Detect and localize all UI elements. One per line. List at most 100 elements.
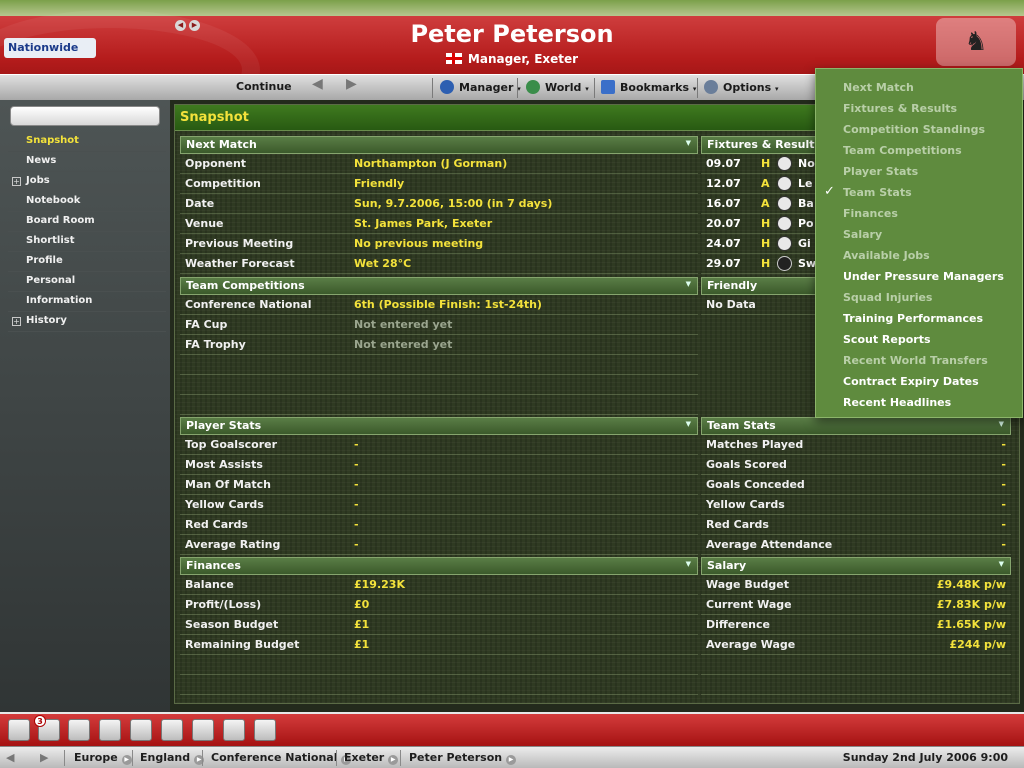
menu-item-contract-expiry-dates[interactable]: Contract Expiry Dates — [816, 371, 1022, 392]
competition-name: FA Trophy — [185, 338, 246, 351]
competition-row[interactable]: Conference National 6th (Possible Finish:… — [180, 295, 698, 315]
fixture-opponent[interactable]: Ba — [798, 197, 814, 210]
sidebar-item-snapshot[interactable]: Snapshot — [8, 132, 166, 152]
expand-icon[interactable]: + — [12, 317, 21, 326]
menu-item-label: Recent World Transfers — [843, 354, 988, 367]
continue-button[interactable]: Continue — [236, 80, 292, 93]
sidebar-item-notebook[interactable]: Notebook — [8, 192, 166, 212]
menu-item-fixtures-results[interactable]: Fixtures & Results — [816, 98, 1022, 119]
world-menu-button[interactable]: World ▾ — [526, 80, 589, 94]
salary-row: Current Wage £7.83K p/w — [701, 595, 1011, 615]
next-match-row: Date Sun, 9.7.2006, 15:00 (in 7 days) — [180, 194, 698, 214]
menu-item-finances[interactable]: Finances — [816, 203, 1022, 224]
breadcrumb-peter-peterson[interactable]: Peter Peterson ▶ — [409, 751, 517, 765]
chevron-down-icon[interactable]: ▼ — [686, 139, 691, 147]
breadcrumb-exeter[interactable]: Exeter ▶ — [344, 751, 399, 765]
sidebar-item-information[interactable]: Information — [8, 292, 166, 312]
trophy-icon[interactable] — [130, 719, 152, 741]
status-back-icon[interactable]: ◀ — [6, 751, 14, 764]
sidebar-item-label: Shortlist — [26, 235, 75, 246]
chevron-down-icon[interactable]: ▼ — [686, 420, 691, 428]
fixtures-icon[interactable] — [161, 719, 183, 741]
empty-row — [180, 355, 698, 375]
breadcrumb-conference-national[interactable]: Conference National ▶ — [211, 751, 352, 765]
salary-label: Difference — [706, 618, 770, 631]
menu-item-player-stats[interactable]: Player Stats — [816, 161, 1022, 182]
gear-icon — [704, 80, 718, 94]
team-stat-row: Matches Played - — [701, 435, 1011, 455]
menu-item-team-competitions[interactable]: Team Competitions — [816, 140, 1022, 161]
salary-label: Wage Budget — [706, 578, 790, 591]
sidebar-item-history[interactable]: + History — [8, 312, 166, 332]
home-icon[interactable] — [8, 719, 30, 741]
next-match-header[interactable]: Next Match ▼ — [180, 136, 698, 154]
scouting-binoculars-icon[interactable] — [223, 719, 245, 741]
menu-item-team-stats[interactable]: ✓ Team Stats — [816, 182, 1022, 203]
menu-item-squad-injuries[interactable]: Squad Injuries — [816, 287, 1022, 308]
menu-item-next-match[interactable]: Next Match — [816, 77, 1022, 98]
menu-item-scout-reports[interactable]: Scout Reports — [816, 329, 1022, 350]
chevron-down-icon[interactable]: ▼ — [999, 420, 1004, 428]
menu-item-recent-world-transfers[interactable]: Recent World Transfers — [816, 350, 1022, 371]
salary-value: £1.65K p/w — [936, 618, 1006, 631]
chevron-right-icon[interactable]: ▶ — [121, 755, 132, 765]
status-forward-icon[interactable]: ▶ — [40, 751, 48, 764]
finance-label: Profit/(Loss) — [185, 598, 262, 611]
toolbar-forward-icon[interactable]: ▶ — [346, 76, 357, 92]
finance-label: Season Budget — [185, 618, 279, 631]
toolbar-divider — [432, 78, 433, 98]
chevron-down-icon[interactable]: ▼ — [999, 560, 1004, 568]
options-menu-button[interactable]: Options ▾ — [704, 80, 779, 94]
bookmarks-menu-button[interactable]: Bookmarks ▾ — [601, 80, 696, 94]
squad-icon[interactable] — [99, 719, 121, 741]
stat-label: Goals Conceded — [706, 478, 805, 491]
chevron-right-icon[interactable]: ▶ — [506, 755, 517, 765]
toolbar-back-icon[interactable]: ◀ — [312, 76, 323, 92]
fixture-opponent[interactable]: No — [798, 157, 815, 170]
breadcrumb-england[interactable]: England ▶ — [140, 751, 205, 765]
stat-value: - — [1001, 498, 1006, 511]
menu-item-salary[interactable]: Salary — [816, 224, 1022, 245]
team-competitions-header[interactable]: Team Competitions ▼ — [180, 277, 698, 295]
empty-row — [180, 395, 698, 415]
row-label: Opponent — [185, 157, 247, 170]
competition-link[interactable]: Friendly — [354, 177, 404, 190]
competition-row[interactable]: FA Cup Not entered yet — [180, 315, 698, 335]
sidebar-item-personal[interactable]: Personal — [8, 272, 166, 292]
salary-row: Wage Budget £9.48K p/w — [701, 575, 1011, 595]
salary-header[interactable]: Salary ▼ — [701, 557, 1011, 575]
opponent-link[interactable]: Northampton (J Gorman) — [354, 157, 507, 170]
player-stats-header[interactable]: Player Stats ▼ — [180, 417, 698, 435]
menu-item-label: Competition Standings — [843, 123, 986, 136]
finances-header[interactable]: Finances ▼ — [180, 557, 698, 575]
menu-item-available-jobs[interactable]: Available Jobs — [816, 245, 1022, 266]
sidebar-item-jobs[interactable]: + Jobs — [8, 172, 166, 192]
sidebar-item-profile[interactable]: Profile — [8, 252, 166, 272]
menu-item-under-pressure-managers[interactable]: Under Pressure Managers — [816, 266, 1022, 287]
venue-link[interactable]: St. James Park, Exeter — [354, 217, 492, 230]
menu-item-label: Scout Reports — [843, 333, 931, 346]
expand-icon[interactable]: + — [12, 177, 21, 186]
fixture-opponent[interactable]: Gi — [798, 237, 811, 250]
fixture-opponent[interactable]: Le — [798, 177, 812, 190]
breadcrumb-europe[interactable]: Europe ▶ — [74, 751, 132, 765]
manager-menu-button[interactable]: Manager ▾ — [440, 80, 521, 94]
team-stats-header[interactable]: Team Stats ▼ — [701, 417, 1011, 435]
search-input[interactable] — [10, 106, 160, 126]
sidebar-item-board-room[interactable]: Board Room — [8, 212, 166, 232]
menu-item-training-performances[interactable]: Training Performances — [816, 308, 1022, 329]
competition-row[interactable]: FA Trophy Not entered yet — [180, 335, 698, 355]
menu-item-recent-headlines[interactable]: Recent Headlines — [816, 392, 1022, 413]
tactics-icon[interactable] — [68, 719, 90, 741]
fixture-opponent[interactable]: Po — [798, 217, 814, 230]
clipboard-icon[interactable] — [254, 719, 276, 741]
sidebar-item-shortlist[interactable]: Shortlist — [8, 232, 166, 252]
sidebar-item-news[interactable]: News — [8, 152, 166, 172]
fixture-opponent[interactable]: Sw — [798, 257, 816, 270]
menu-item-competition-standings[interactable]: Competition Standings — [816, 119, 1022, 140]
chevron-down-icon[interactable]: ▼ — [686, 560, 691, 568]
fixture-date: 16.07 — [706, 197, 741, 210]
training-icon[interactable] — [192, 719, 214, 741]
chevron-right-icon[interactable]: ▶ — [388, 755, 399, 765]
chevron-down-icon[interactable]: ▼ — [686, 280, 691, 288]
